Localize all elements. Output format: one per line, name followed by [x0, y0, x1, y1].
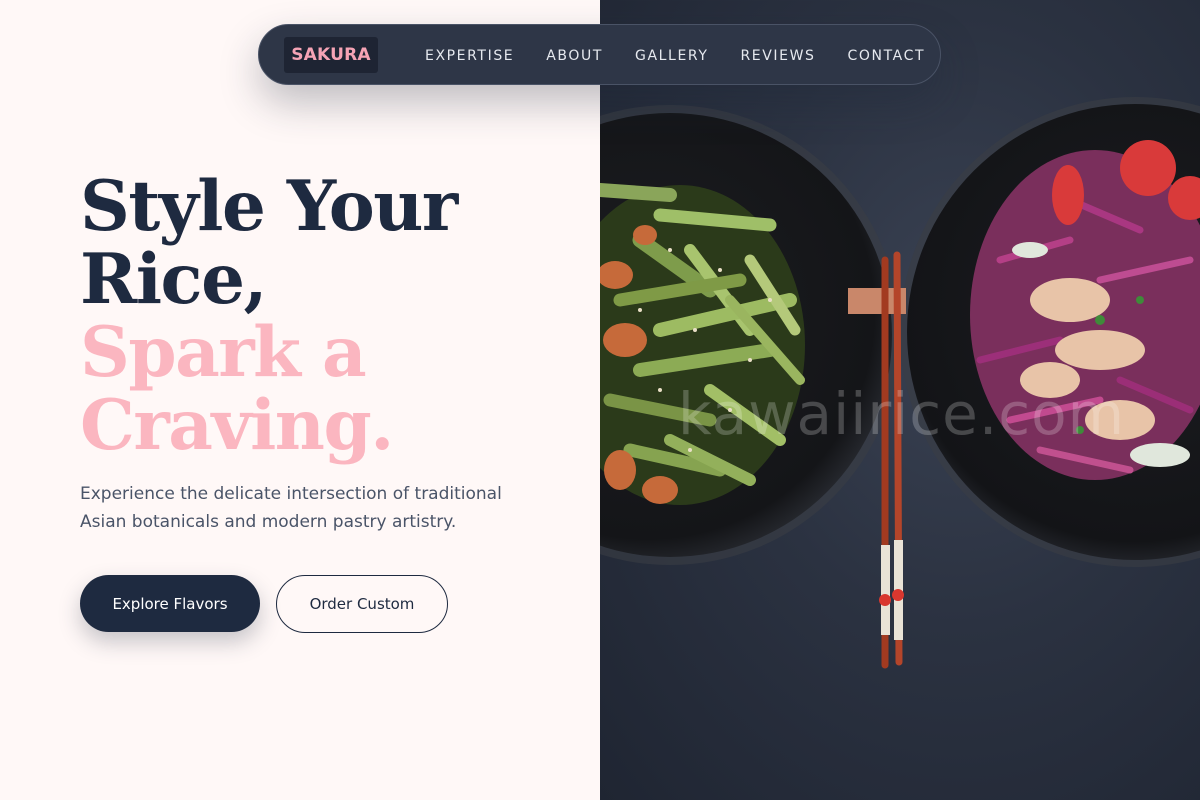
nav-link-contact[interactable]: CONTACT: [848, 48, 926, 64]
nav-links: EXPERTISE ABOUT GALLERY REVIEWS CONTACT: [425, 25, 925, 86]
headline-line-3: Spark a: [80, 312, 367, 393]
nav-link-reviews[interactable]: REVIEWS: [740, 48, 815, 64]
nav-link-expertise[interactable]: EXPERTISE: [425, 48, 514, 64]
watermark-text: kawaiirice.com: [678, 380, 1126, 448]
explore-flavors-button[interactable]: Explore Flavors: [80, 575, 260, 632]
hero-text-panel: Style Your Rice, Spark a Craving. Experi…: [0, 0, 600, 800]
nav-link-gallery[interactable]: GALLERY: [635, 48, 708, 64]
sakura-logo[interactable]: SAKURA: [284, 37, 378, 73]
nav-link-about[interactable]: ABOUT: [546, 48, 603, 64]
headline-line-1: Style Your: [80, 166, 458, 247]
order-custom-button[interactable]: Order Custom: [276, 575, 448, 633]
top-navigation: SAKURA EXPERTISE ABOUT GALLERY REVIEWS C…: [258, 24, 941, 85]
hero-food-image: kawaiirice.com: [600, 0, 1200, 800]
hero-subtext: Experience the delicate intersection of …: [80, 484, 502, 532]
headline-line-4: Craving.: [80, 385, 394, 466]
headline-line-2: Rice,: [80, 239, 267, 320]
hero-headline: Style Your Rice, Spark a Craving.: [80, 166, 458, 466]
